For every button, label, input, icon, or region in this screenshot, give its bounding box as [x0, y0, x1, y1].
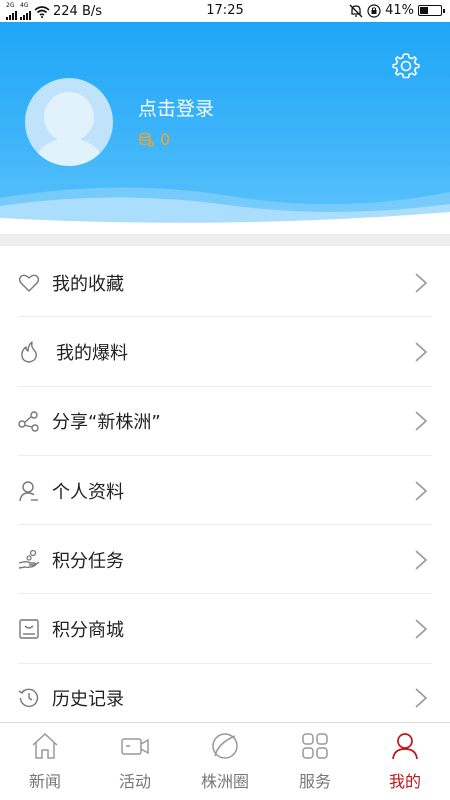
lock-rotation-icon [367, 3, 381, 18]
profile-header: 点击登录 0 [0, 22, 450, 232]
chevron-right-icon [415, 688, 428, 709]
video-icon [121, 738, 149, 755]
tab-services[interactable]: 服务 [270, 723, 360, 800]
tab-mine[interactable]: 我的 [360, 723, 450, 800]
home-icon [32, 732, 58, 759]
tab-label: 服务 [298, 772, 331, 791]
grid-icon [302, 733, 328, 759]
login-link[interactable]: 点击登录 [138, 94, 214, 121]
menu-list: 我的收藏 我的爆料 分享“新株洲” 个人资料 积分任务 积分商城 历史记录 [0, 248, 450, 733]
battery-percent: 41% [385, 3, 414, 18]
menu-item-share[interactable]: 分享“新株洲” [0, 387, 450, 456]
chevron-right-icon [415, 411, 428, 431]
battery-level [420, 7, 429, 14]
store-icon [19, 619, 39, 639]
hand-coins-icon [18, 549, 40, 569]
chevron-right-icon [415, 480, 428, 501]
coin-stack-icon [139, 132, 154, 147]
menu-label: 我的爆料 [56, 342, 128, 364]
header-wave [0, 187, 450, 232]
user-icon [19, 480, 38, 501]
tab-zhuzhou-circle[interactable]: 株洲圈 [180, 723, 270, 800]
chevron-right-icon [415, 273, 428, 293]
menu-item-store[interactable]: 积分商城 [0, 594, 450, 664]
chevron-right-icon [415, 342, 428, 362]
coins-row: 0 [138, 130, 170, 149]
tab-news[interactable]: 新闻 [0, 723, 90, 800]
menu-label: 分享“新株洲” [52, 412, 161, 434]
tab-label: 我的 [388, 772, 421, 791]
status-right: 41% [349, 3, 445, 18]
coins-value: 0 [160, 130, 171, 149]
menu-label: 历史记录 [52, 689, 124, 711]
bell-mute-icon [349, 4, 363, 17]
menu-item-tasks[interactable]: 积分任务 [0, 525, 450, 595]
menu-item-profile[interactable]: 个人资料 [0, 456, 450, 526]
status-bar: 2G 4G 224 B/s 17:25 41% [0, 0, 450, 22]
chevron-right-icon [415, 550, 428, 570]
menu-label: 积分商城 [52, 620, 124, 642]
menu-label: 积分任务 [52, 550, 124, 572]
settings-gear-icon[interactable] [392, 52, 420, 80]
menu-label: 我的收藏 [52, 273, 124, 295]
section-divider [0, 234, 450, 246]
flame-icon [21, 341, 37, 363]
menu-label: 个人资料 [52, 481, 124, 503]
share-icon [18, 411, 39, 432]
menu-item-tips[interactable]: 我的爆料 [0, 317, 450, 387]
tab-label: 株洲圈 [200, 772, 249, 791]
heart-icon [18, 274, 40, 292]
history-icon [18, 689, 39, 708]
tab-label: 活动 [118, 772, 151, 791]
tab-label: 新闻 [28, 772, 61, 791]
avatar[interactable] [25, 78, 113, 166]
menu-item-favorites[interactable]: 我的收藏 [0, 248, 450, 318]
chevron-right-icon [415, 619, 428, 639]
person-icon [392, 733, 418, 760]
battery-icon [418, 5, 445, 16]
leaf-icon [212, 733, 238, 759]
bottom-tab-bar: 新闻 活动 株洲圈 服务 我的 [0, 722, 450, 800]
tab-activities[interactable]: 活动 [90, 723, 180, 800]
